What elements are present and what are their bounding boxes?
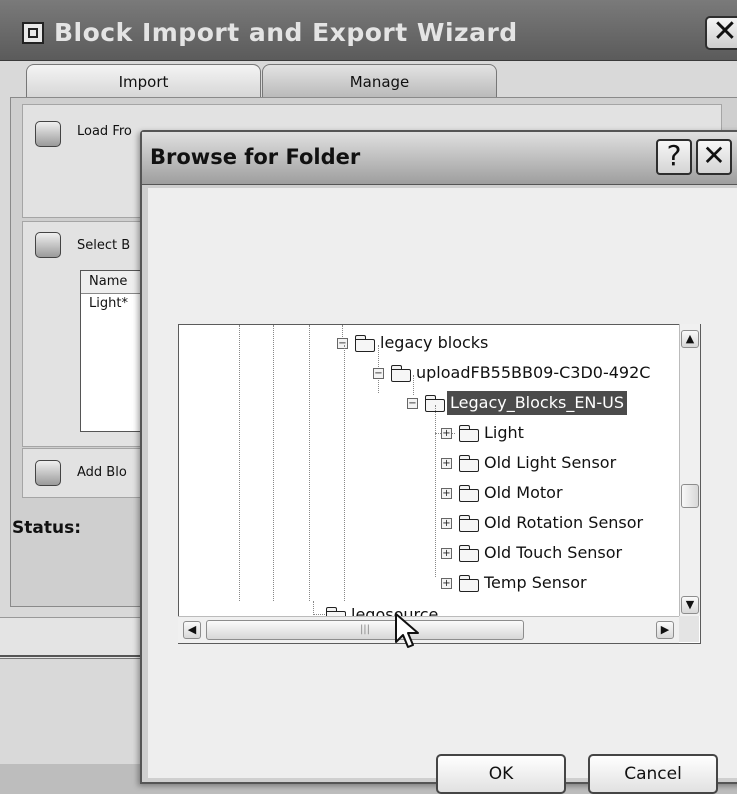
app-window-icon [22, 22, 44, 44]
scroll-right-button[interactable]: ▶ [656, 621, 674, 639]
dialog-titlebar[interactable]: Browse for Folder ? ✕ [142, 132, 737, 185]
select-blocks-icon [35, 232, 61, 258]
tab-import[interactable]: Import [26, 64, 261, 98]
vertical-scroll-thumb[interactable] [681, 484, 699, 508]
select-blocks-label: Select B [77, 238, 131, 253]
status-label: Status: [12, 518, 81, 538]
add-arrow-icon [35, 460, 61, 486]
help-button[interactable]: ? [656, 139, 692, 175]
wizard-titlebar[interactable]: Block Import and Export Wizard ✕ [0, 0, 737, 61]
wizard-close-button[interactable]: ✕ [705, 16, 737, 50]
scroll-up-button[interactable]: ▲ [681, 330, 699, 348]
wizard-title: Block Import and Export Wizard [54, 18, 518, 47]
scroll-left-button[interactable]: ◀ [183, 621, 201, 639]
scroll-down-button[interactable]: ▼ [681, 596, 699, 614]
tree-overflow-area: legosource [179, 325, 679, 615]
cancel-button[interactable]: Cancel [588, 754, 718, 794]
dialog-content: − legacy blocks − uploadFB55BB09-C3D0-49… [148, 188, 737, 794]
tab-manage[interactable]: Manage [262, 64, 497, 98]
load-folder-icon [35, 121, 61, 147]
ok-button[interactable]: OK [436, 754, 566, 794]
load-from-label: Load Fro [77, 124, 132, 139]
browse-for-folder-dialog: Browse for Folder ? ✕ − legacy blocks − … [140, 130, 737, 794]
mouse-pointer-icon [395, 613, 419, 648]
dialog-close-button[interactable]: ✕ [696, 139, 732, 175]
horizontal-scrollbar[interactable]: ◀ ||| ▶ [178, 616, 679, 643]
add-blocks-label: Add Blo [77, 465, 127, 480]
horizontal-scroll-thumb[interactable]: ||| [206, 620, 524, 640]
vertical-scrollbar[interactable]: ▲ ▼ [679, 324, 700, 616]
dialog-title: Browse for Folder [150, 145, 361, 169]
